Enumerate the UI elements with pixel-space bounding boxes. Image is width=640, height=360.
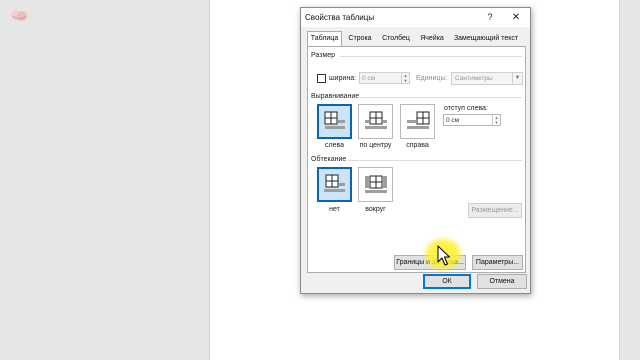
alignment-section-divider — [358, 97, 522, 98]
table-properties-dialog: Свойства таблицы ? ✕ Таблица Строка Стол… — [300, 7, 531, 294]
table-tab-panel: Размер ширина: 0 см ▲ ▼ Единицы: Сантимет… — [307, 46, 526, 273]
chevron-down-icon[interactable]: ▼ — [512, 73, 522, 84]
align-right-option[interactable] — [400, 104, 435, 139]
align-left-option[interactable] — [317, 104, 352, 139]
tab-row[interactable]: Строка — [344, 32, 376, 46]
wrapping-section-label: Обтекание — [311, 156, 347, 163]
indent-spinner[interactable]: 0 см ▲ ▼ — [443, 114, 501, 126]
tab-column[interactable]: Столбец — [379, 32, 413, 46]
table-wrap-around-icon — [365, 175, 387, 193]
table-align-left-icon — [324, 111, 345, 129]
units-label: Единицы: — [416, 75, 448, 82]
wrap-none-label: нет — [329, 206, 340, 213]
wrap-around-label: вокруг — [365, 206, 386, 213]
dialog-title: Свойства таблицы — [305, 13, 375, 22]
align-right-label: справа — [406, 142, 429, 149]
alignment-section-label: Выравнивание — [311, 93, 360, 100]
app-logo-icon — [11, 10, 27, 21]
width-checkbox[interactable] — [317, 74, 326, 83]
align-center-label: по центру — [359, 142, 392, 149]
align-center-option[interactable] — [358, 104, 393, 139]
dialog-titlebar: Свойства таблицы ? ✕ — [301, 8, 530, 27]
cancel-button[interactable]: Отмена — [477, 274, 527, 289]
table-align-right-icon — [407, 111, 430, 129]
tab-cell[interactable]: Ячейка — [417, 32, 447, 46]
spin-down-icon[interactable]: ▼ — [402, 78, 409, 83]
indent-spin-arrows[interactable]: ▲ ▼ — [492, 115, 500, 125]
indent-value: 0 см — [446, 117, 460, 124]
mouse-pointer-icon — [437, 245, 450, 266]
close-button[interactable]: ✕ — [510, 11, 522, 24]
align-left-label: слева — [324, 142, 344, 149]
table-align-center-icon — [365, 111, 387, 129]
help-button[interactable]: ? — [484, 11, 496, 24]
wrapping-section-divider — [348, 160, 522, 161]
width-label: ширина: — [329, 75, 357, 82]
size-section-divider — [340, 56, 522, 57]
width-value: 0 см — [362, 75, 376, 82]
tab-table[interactable]: Таблица — [307, 31, 342, 46]
ok-button[interactable]: ОК — [423, 274, 471, 289]
table-wrap-none-icon — [324, 174, 345, 192]
width-spinner[interactable]: 0 см ▲ ▼ — [359, 72, 410, 84]
positioning-button[interactable]: Размещение... — [468, 203, 522, 218]
spin-down-icon[interactable]: ▼ — [493, 120, 500, 125]
indent-label: отступ слева: — [444, 105, 488, 112]
wrap-none-option[interactable] — [317, 167, 352, 202]
wrap-around-option[interactable] — [358, 167, 393, 202]
borders-and-shading-button[interactable]: Границы и заливка... — [394, 255, 466, 270]
units-select[interactable]: Сантиметры ▼ — [451, 72, 523, 85]
units-value: Сантиметры — [455, 75, 493, 82]
tab-alt-text[interactable]: Замещающий текст — [452, 32, 520, 46]
options-button[interactable]: Параметры... — [472, 255, 523, 270]
width-spin-arrows[interactable]: ▲ ▼ — [401, 73, 409, 83]
size-section-label: Размер — [311, 52, 336, 59]
